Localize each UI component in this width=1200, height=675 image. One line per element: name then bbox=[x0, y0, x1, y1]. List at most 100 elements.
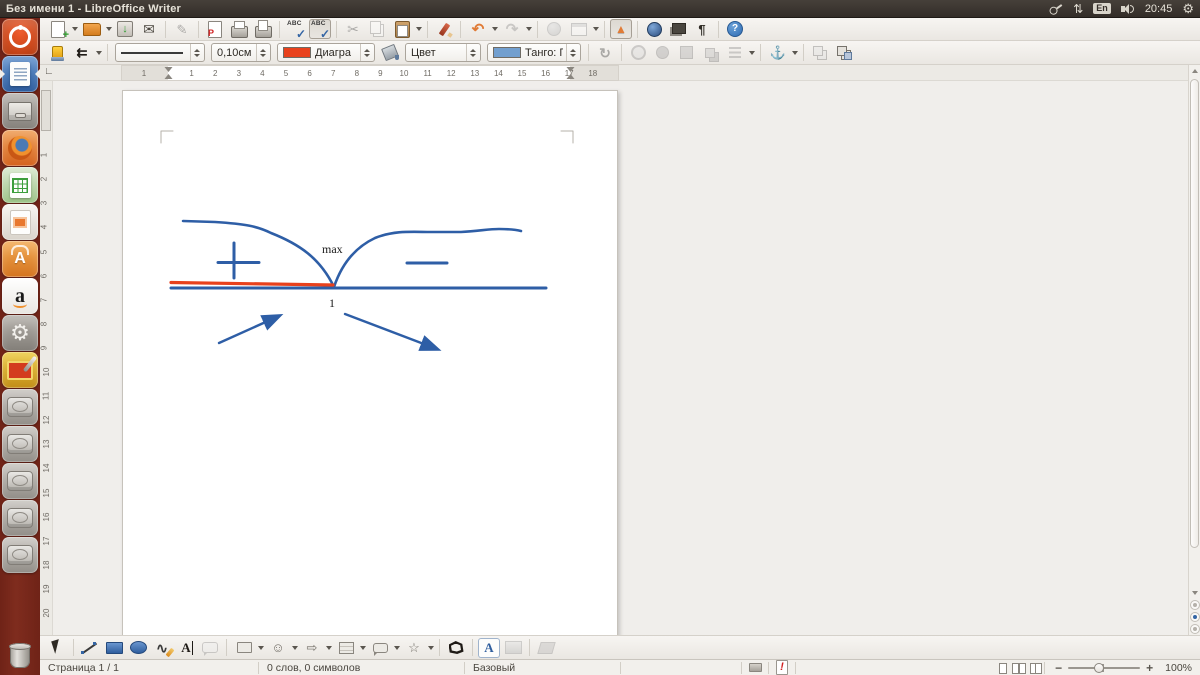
stars-button-dropdown-arrow[interactable] bbox=[428, 646, 434, 650]
freeform-line-tool[interactable]: ∿ bbox=[151, 638, 173, 658]
keyring-icon[interactable] bbox=[1048, 1, 1064, 16]
horizontal-ruler[interactable]: ∟ 1123456789101112131415161718 bbox=[40, 65, 1200, 81]
scroll-up-button[interactable] bbox=[1189, 65, 1200, 77]
new-document-button-dropdown-arrow[interactable] bbox=[72, 27, 78, 31]
document-canvas[interactable]: 1234567891011121314151617181920 max1 bbox=[40, 81, 1200, 635]
undo-button-dropdown-arrow[interactable] bbox=[492, 27, 498, 31]
software-center-launcher[interactable]: A bbox=[2, 241, 38, 277]
save-button[interactable]: ↓ bbox=[114, 19, 136, 39]
copy-button[interactable] bbox=[366, 19, 388, 39]
spelling-button[interactable]: ABC✓ bbox=[285, 19, 307, 39]
vertical-ruler[interactable]: 1234567891011121314151617181920 bbox=[40, 81, 53, 635]
insert-table-button[interactable] bbox=[568, 19, 590, 39]
zoom-out-button[interactable]: − bbox=[1051, 661, 1066, 675]
alignment-button[interactable] bbox=[724, 43, 746, 63]
spinner-buttons[interactable] bbox=[360, 44, 373, 61]
redo-button[interactable]: ↷ bbox=[501, 19, 523, 39]
dash-home-button[interactable] bbox=[2, 19, 38, 55]
navigator-button[interactable] bbox=[643, 19, 665, 39]
paste-button-dropdown-arrow[interactable] bbox=[416, 27, 422, 31]
points-button[interactable] bbox=[445, 638, 467, 658]
book-view-icon[interactable] bbox=[1029, 662, 1042, 674]
scroll-down-button[interactable] bbox=[1189, 587, 1200, 599]
basic-shapes-button-dropdown-arrow[interactable] bbox=[258, 646, 264, 650]
insert-table-button-dropdown-arrow[interactable] bbox=[593, 27, 599, 31]
point-one-label[interactable]: 1 bbox=[329, 296, 335, 310]
ellipse-tool[interactable] bbox=[127, 638, 149, 658]
area-style-select[interactable]: Цвет bbox=[405, 43, 481, 62]
flowchart-button-dropdown-arrow[interactable] bbox=[360, 646, 366, 650]
group-button[interactable] bbox=[833, 43, 855, 63]
anchor-button-dropdown-arrow[interactable] bbox=[792, 51, 798, 55]
send-backward-button[interactable] bbox=[675, 43, 697, 63]
page-style[interactable]: Базовый bbox=[465, 662, 620, 674]
auto-spellcheck-button[interactable]: ABC✓ bbox=[309, 19, 331, 39]
libreoffice-writer-launcher[interactable] bbox=[2, 56, 38, 92]
page-count[interactable]: Страница 1 / 1 bbox=[40, 662, 258, 674]
symbol-shapes-button[interactable]: ☺ bbox=[267, 638, 289, 658]
spinner-buttons[interactable] bbox=[190, 44, 203, 61]
print-button[interactable] bbox=[228, 19, 250, 39]
bring-to-front-button[interactable] bbox=[627, 43, 649, 63]
libreoffice-impress-launcher[interactable] bbox=[2, 204, 38, 240]
scrollbar-thumb[interactable] bbox=[1190, 79, 1199, 548]
spinner-buttons[interactable] bbox=[566, 44, 579, 61]
hyperlink-button[interactable] bbox=[543, 19, 565, 39]
cut-button[interactable]: ✂ bbox=[342, 19, 364, 39]
amazon-launcher[interactable]: a bbox=[2, 278, 38, 314]
margin-marker[interactable] bbox=[566, 67, 575, 79]
drive-2-launcher[interactable] bbox=[2, 426, 38, 462]
spinner-buttons[interactable] bbox=[466, 44, 479, 61]
volume-icon[interactable] bbox=[1121, 3, 1135, 15]
keyboard-layout-indicator[interactable]: En bbox=[1093, 3, 1111, 14]
margin-marker[interactable] bbox=[164, 67, 173, 79]
anchor-button[interactable]: ⚓ bbox=[767, 43, 789, 63]
trash-launcher[interactable] bbox=[2, 638, 38, 674]
line-color-select[interactable]: Диагра bbox=[277, 43, 375, 62]
system-settings-launcher[interactable]: ⚙ bbox=[2, 315, 38, 351]
zoom-track[interactable] bbox=[1068, 667, 1140, 669]
new-document-button[interactable]: + bbox=[47, 19, 69, 39]
text-boundary-corner-right[interactable] bbox=[561, 131, 573, 143]
session-gear-icon[interactable]: ⚙ bbox=[1182, 2, 1194, 15]
formatting-marks-button[interactable]: ¶ bbox=[691, 19, 713, 39]
undo-button[interactable]: ↶ bbox=[467, 19, 489, 39]
arrow-down-right[interactable] bbox=[345, 314, 437, 349]
send-email-button[interactable]: ✉ bbox=[138, 19, 160, 39]
redo-button-dropdown-arrow[interactable] bbox=[526, 27, 532, 31]
insert-image-button[interactable] bbox=[502, 638, 524, 658]
fontwork-button[interactable]: A bbox=[478, 638, 500, 658]
bring-forward-button[interactable] bbox=[651, 43, 673, 63]
single-page-view-icon[interactable] bbox=[995, 662, 1008, 674]
previous-page-button[interactable] bbox=[1190, 600, 1200, 610]
gallery-button[interactable] bbox=[667, 19, 689, 39]
red-segment[interactable] bbox=[171, 283, 333, 286]
libreoffice-calc-launcher[interactable] bbox=[2, 167, 38, 203]
symbol-shapes-button-dropdown-arrow[interactable] bbox=[292, 646, 298, 650]
next-page-button[interactable] bbox=[1190, 624, 1200, 634]
files-launcher[interactable] bbox=[2, 93, 38, 129]
line-tool[interactable] bbox=[79, 638, 101, 658]
firefox-launcher[interactable] bbox=[2, 130, 38, 166]
zoom-handle[interactable] bbox=[1094, 663, 1104, 673]
line-style-select[interactable] bbox=[115, 43, 205, 62]
word-count[interactable]: 0 слов, 0 символов bbox=[259, 662, 464, 674]
tab-stop-selector[interactable]: ∟ bbox=[44, 66, 54, 77]
zoom-percentage[interactable]: 100% bbox=[1163, 662, 1200, 674]
open-button-dropdown-arrow[interactable] bbox=[106, 27, 112, 31]
arrow-style-button[interactable]: ⇇ bbox=[71, 43, 93, 63]
clock[interactable]: 20:45 bbox=[1145, 3, 1173, 15]
line-dialog-button[interactable] bbox=[46, 43, 68, 63]
ungroup-button[interactable] bbox=[809, 43, 831, 63]
drive-1-launcher[interactable] bbox=[2, 389, 38, 425]
document-modified-icon[interactable]: ! bbox=[769, 661, 795, 675]
show-draw-functions-button[interactable]: ▲ bbox=[610, 19, 632, 39]
document-page[interactable]: max1 bbox=[122, 90, 618, 635]
clone-formatting-button[interactable] bbox=[433, 19, 455, 39]
rotate-button[interactable]: ↻ bbox=[594, 43, 616, 63]
paste-button[interactable] bbox=[391, 19, 413, 39]
text-boundary-corner-left[interactable] bbox=[161, 131, 173, 143]
callout-tool[interactable] bbox=[199, 638, 221, 658]
alignment-button-dropdown-arrow[interactable] bbox=[749, 51, 755, 55]
multi-page-view-icon[interactable] bbox=[1012, 662, 1025, 674]
